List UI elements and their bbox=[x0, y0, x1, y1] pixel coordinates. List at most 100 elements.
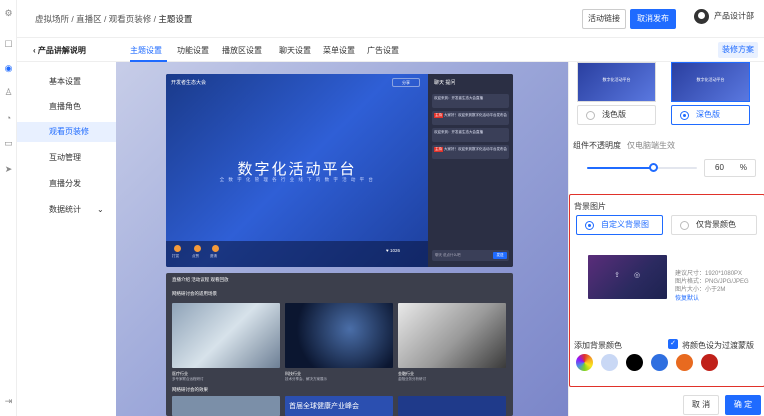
sidebar: 基本设置 直播角色 观看页装修 互动管理 直播分发 数据统计 ⌄ bbox=[17, 62, 116, 416]
back-link[interactable]: ‹ 产品讲解说明 bbox=[33, 45, 86, 56]
card-desc: 金融业务分析研讨 bbox=[398, 377, 426, 381]
color-swatch[interactable] bbox=[676, 354, 693, 371]
chat-panel-preview: 聊天 提问 欢迎来到：开发者生态大会直播 主持 大家好！欢迎来到数字化活动平台发布… bbox=[428, 74, 513, 267]
gift-label: 点赞 bbox=[192, 254, 199, 258]
breadcrumb-separator: / bbox=[153, 14, 157, 24]
sidebar-item-distribution[interactable]: 直播分发 bbox=[17, 174, 116, 194]
tab-ads[interactable]: 广告设置 bbox=[367, 45, 399, 56]
medical-image bbox=[172, 303, 280, 368]
chat-message: 主持 大家好！欢迎来到数字化活动平台发布会 bbox=[432, 111, 509, 125]
slider-handle[interactable] bbox=[649, 163, 658, 172]
analytics-icon[interactable]: ◔ bbox=[3, 113, 14, 124]
host-tag: 主持 bbox=[434, 113, 443, 118]
tab-function[interactable]: 功能设置 bbox=[177, 45, 209, 56]
opacity-hint: 仅电脑端生效 bbox=[627, 141, 675, 150]
back-label: 产品讲解说明 bbox=[37, 46, 86, 55]
opacity-slider[interactable] bbox=[587, 163, 697, 172]
breadcrumb-item[interactable]: 虚拟场所 bbox=[35, 14, 69, 24]
color-swatch[interactable] bbox=[626, 354, 643, 371]
color-picker-swatch[interactable] bbox=[576, 354, 593, 371]
opacity-value: 60 bbox=[715, 163, 724, 172]
opacity-input[interactable]: 60% bbox=[704, 159, 756, 177]
dark-theme-thumbnail[interactable]: 数字化活动平台 bbox=[671, 62, 750, 102]
slider-fill bbox=[587, 167, 653, 169]
background-settings-group: 背景图片 自定义背景图 仅背景颜色 ⇪ ◎ 建议尺寸：1920*1080PX 图… bbox=[569, 194, 764, 387]
tab-theme[interactable]: 主题设置 bbox=[130, 45, 162, 56]
chat-tabs: 聊天 提问 bbox=[434, 80, 456, 86]
user-name: 产品设计部 bbox=[714, 11, 754, 21]
dark-theme-option[interactable]: 深色版 bbox=[671, 105, 750, 125]
avatar bbox=[694, 9, 709, 24]
sidebar-item-interaction[interactable]: 互动管理 bbox=[17, 148, 116, 168]
user-icon[interactable]: ♙ bbox=[3, 87, 14, 98]
chat-icon[interactable]: ▭ bbox=[3, 138, 14, 149]
gift-label: 打赏 bbox=[172, 254, 179, 258]
color-swatch[interactable] bbox=[701, 354, 718, 371]
breadcrumb-separator: / bbox=[104, 14, 107, 24]
gift-icon bbox=[194, 245, 201, 252]
info-tabs: 直播介绍 活动议程 观看回放 bbox=[172, 277, 229, 282]
bg-color-only-option[interactable]: 仅背景颜色 bbox=[671, 215, 757, 235]
sidebar-item-roles[interactable]: 直播角色 bbox=[17, 97, 116, 117]
collapse-icon[interactable]: ⇥ bbox=[3, 396, 14, 407]
chat-message: 欢迎来到：开发者生态大会直播 bbox=[432, 128, 509, 142]
chat-input-preview: 聊天 说点什么吧 发送 bbox=[432, 250, 509, 261]
user-menu[interactable]: 产品设计部 bbox=[694, 9, 754, 24]
gift-label: 邀请 bbox=[210, 254, 217, 258]
mask-checkbox[interactable]: ✓ bbox=[668, 339, 678, 349]
live-player-preview: 开发者生态大会 分享 数字化活动平台 全 数 字 化 管 理 各 行 业 线 下… bbox=[166, 74, 513, 267]
thumbnail-title: 数字化活动平台 bbox=[602, 77, 631, 82]
thumbnail-title: 数字化活动平台 bbox=[696, 77, 725, 82]
event-title: 数字化活动平台 bbox=[237, 161, 357, 178]
mask-checkbox-label: 将颜色设为过渡蒙版 bbox=[682, 341, 754, 350]
live-icon[interactable]: ◉ bbox=[3, 63, 14, 74]
bg-image-preview: ⇪ ◎ bbox=[588, 255, 667, 299]
tab-menu[interactable]: 菜单设置 bbox=[323, 45, 355, 56]
chat-input-placeholder: 聊天 说点什么吧 bbox=[435, 253, 461, 257]
option-label: 仅背景颜色 bbox=[696, 220, 736, 229]
card-desc: 技术分享会、解决方案展示 bbox=[285, 377, 327, 381]
send-button: 发送 bbox=[493, 252, 507, 259]
effect-image bbox=[398, 396, 506, 416]
add-bg-color-label: 添加背景颜色 bbox=[574, 341, 622, 350]
like-count-value: 1026 bbox=[389, 248, 400, 253]
chat-message-text: 大家好！欢迎来到数字化活动平台发布会 bbox=[444, 147, 507, 151]
opacity-title: 组件不透明度 bbox=[573, 141, 621, 150]
settings-icon[interactable]: ⚙ bbox=[3, 8, 14, 19]
confirm-button[interactable]: 确 定 bbox=[725, 395, 761, 415]
banner-image: 首届全球健康产业峰会 bbox=[285, 396, 393, 416]
event-header: 开发者生态大会 bbox=[171, 80, 207, 86]
view-icon[interactable]: ◎ bbox=[632, 271, 642, 281]
video-area: 开发者生态大会 分享 数字化活动平台 全 数 字 化 管 理 各 行 业 线 下… bbox=[166, 74, 428, 267]
cancel-button[interactable]: 取 消 bbox=[683, 395, 719, 415]
color-swatch[interactable] bbox=[651, 354, 668, 371]
custom-bg-image-option[interactable]: 自定义背景图 bbox=[576, 215, 663, 235]
tab-player[interactable]: 播放区设置 bbox=[222, 45, 262, 56]
design-plan-button[interactable]: 装修方案 bbox=[718, 42, 758, 58]
sidebar-item-label: 数据统计 bbox=[49, 205, 81, 214]
color-swatch[interactable] bbox=[601, 354, 618, 371]
upload-icon[interactable]: ⇪ bbox=[612, 271, 622, 281]
tab-chat[interactable]: 聊天设置 bbox=[279, 45, 311, 56]
activity-link-button[interactable]: 活动链接 bbox=[582, 9, 626, 29]
gift-icon bbox=[212, 245, 219, 252]
event-subtitle: 全 数 字 化 管 理 各 行 业 线 下 的 数 字 活 动 平 台 bbox=[219, 177, 375, 182]
light-theme-thumbnail[interactable]: 数字化活动平台 bbox=[577, 62, 656, 102]
card-desc: 多专家联合远程研讨 bbox=[172, 377, 204, 381]
breadcrumb-item[interactable]: 观看页装修 bbox=[109, 14, 152, 24]
sidebar-item-page-design[interactable]: 观看页装修 bbox=[17, 122, 116, 142]
chat-message-text: 大家好！欢迎来到数字化活动平台发布会 bbox=[444, 113, 507, 117]
settings-tabs-bar: ‹ 产品讲解说明 主题设置 功能设置 播放区设置 聊天设置 菜单设置 广告设置 … bbox=[17, 38, 764, 62]
document-icon[interactable]: ☐ bbox=[3, 39, 14, 50]
sidebar-item-basic[interactable]: 基本设置 bbox=[17, 72, 116, 92]
light-theme-option[interactable]: 浅色版 bbox=[577, 105, 656, 125]
cancel-publish-button[interactable]: 取消发布 bbox=[630, 9, 676, 29]
like-count: ♥ 1026 bbox=[386, 248, 400, 253]
breadcrumb-item[interactable]: 直播区 bbox=[76, 14, 102, 24]
restore-default-link[interactable]: 恢复默认 bbox=[675, 293, 699, 302]
option-label: 深色版 bbox=[696, 110, 720, 119]
send-icon[interactable]: ➤ bbox=[3, 164, 14, 175]
sidebar-item-statistics[interactable]: 数据统计 ⌄ bbox=[17, 200, 116, 220]
opacity-unit: % bbox=[739, 163, 747, 172]
top-bar: 虚拟场所 / 直播区 / 观看页装修 / 主题设置 活动链接 取消发布 产品设计… bbox=[17, 0, 764, 38]
